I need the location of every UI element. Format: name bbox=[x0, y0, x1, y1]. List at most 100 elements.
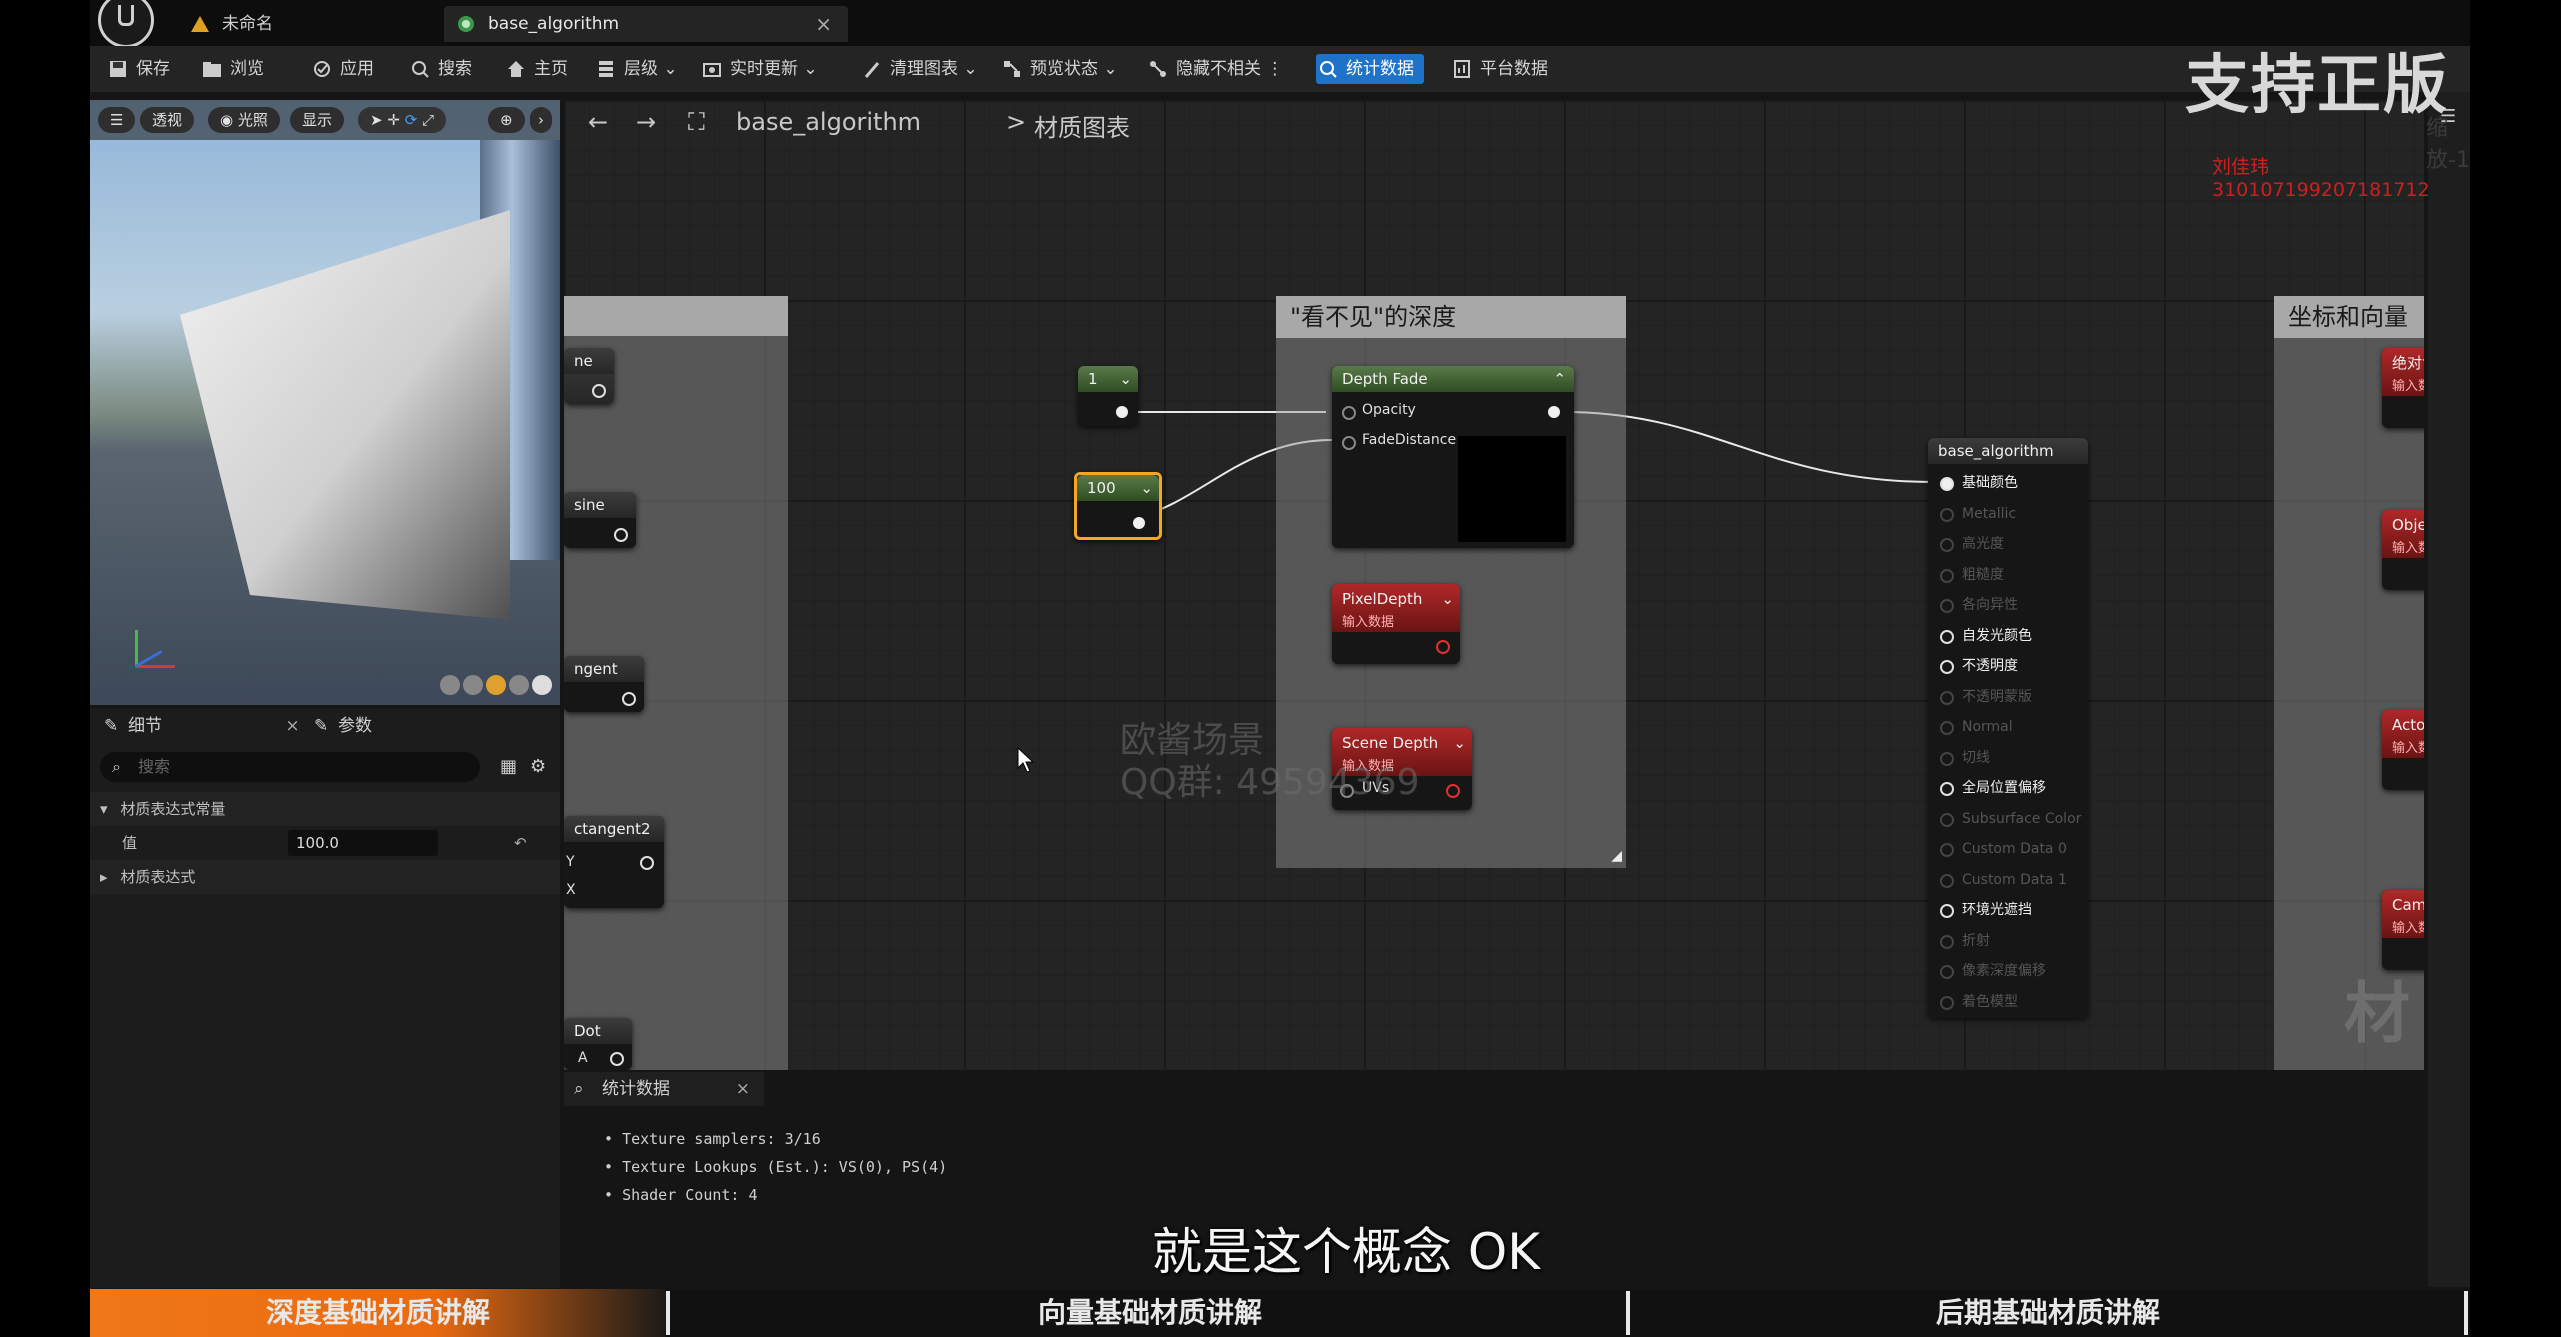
node-partial-4[interactable]: ctangent2 Y X bbox=[564, 816, 664, 908]
result-pin-row[interactable]: 基础颜色 bbox=[1928, 468, 2122, 498]
transform-tools[interactable]: ➤ ✛ ⟳ ⤢ bbox=[358, 107, 447, 133]
result-input-pin[interactable] bbox=[1940, 477, 1954, 491]
result-input-pin[interactable] bbox=[1940, 629, 1954, 644]
clean-graph-dropdown[interactable]: 清理图表 ⌄ bbox=[860, 54, 978, 84]
close-tab-icon[interactable]: × bbox=[815, 6, 832, 42]
result-input-pin[interactable] bbox=[1940, 507, 1954, 522]
constant-node-100[interactable]: 100 ⌄ bbox=[1074, 472, 1162, 540]
chapter-vector[interactable]: 向量基础材质讲解 bbox=[670, 1289, 1630, 1337]
stats-button[interactable]: 统计数据 bbox=[1316, 54, 1424, 84]
section-constant[interactable]: ▾ 材质表达式常量 bbox=[90, 792, 560, 826]
depth-fade-output-pin[interactable] bbox=[1548, 406, 1560, 418]
unreal-logo-icon[interactable] bbox=[98, 0, 154, 48]
settings-gear-icon[interactable]: ⚙ bbox=[530, 756, 546, 777]
result-input-pin[interactable] bbox=[1940, 690, 1954, 705]
reset-value-icon[interactable]: ↶ bbox=[514, 826, 527, 860]
result-input-pin[interactable] bbox=[1940, 599, 1954, 613]
depth-fade-node[interactable]: Depth Fade ⌃ Opacity FadeDistance bbox=[1332, 366, 1574, 548]
apply-button[interactable]: 应用 bbox=[310, 54, 374, 84]
output-pin[interactable] bbox=[614, 528, 628, 542]
resize-handle-icon[interactable]: ◢ bbox=[1611, 848, 1622, 864]
preview-shape-buttons[interactable] bbox=[437, 675, 552, 697]
preview-viewport[interactable]: ☰ 透视 ◉ 光照 显示 ➤ ✛ ⟳ ⤢ ⊕ › bbox=[90, 100, 560, 705]
result-input-pin[interactable] bbox=[1940, 538, 1954, 552]
browse-button[interactable]: 浏览 bbox=[200, 54, 264, 84]
result-pin-row[interactable]: 像素深度偏移 bbox=[1928, 956, 2122, 986]
result-input-pin[interactable] bbox=[1940, 782, 1954, 796]
result-input-pin[interactable] bbox=[1940, 660, 1954, 674]
perspective-button[interactable]: 透视 bbox=[140, 107, 195, 133]
node-partial-1[interactable]: ne bbox=[564, 348, 614, 404]
lit-button[interactable]: ◉ 光照 bbox=[208, 107, 280, 133]
node-partial-2[interactable]: sine bbox=[564, 492, 636, 548]
hierarchy-dropdown[interactable]: 层级 ⌄ bbox=[594, 54, 678, 84]
result-pin-row[interactable]: Metallic bbox=[1928, 499, 2122, 529]
material-result-node[interactable]: base_algorithm 基础颜色 Metallic 高光度 粗糙度 各向异性 自发光… bbox=[1928, 438, 2088, 1018]
coord-node-world-position[interactable]: 绝对世界位置 输入数据 bbox=[2382, 348, 2424, 428]
tab-base-algorithm[interactable]: base_algorithm × bbox=[444, 6, 848, 42]
constant-100-output-pin[interactable] bbox=[1133, 517, 1145, 529]
fade-distance-input-pin[interactable] bbox=[1342, 436, 1356, 450]
pixel-depth-output-pin[interactable] bbox=[1436, 640, 1450, 654]
result-pin-row[interactable]: 各向异性 bbox=[1928, 590, 2122, 620]
result-input-pin[interactable] bbox=[1940, 995, 1954, 1010]
preview-state-dropdown[interactable]: 预览状态 ⌄ bbox=[1000, 54, 1118, 84]
result-pin-row[interactable]: 折射 bbox=[1928, 926, 2122, 956]
viewport-more-icon[interactable]: › bbox=[530, 107, 552, 133]
coord-node-actor-position[interactable]: Actor Position 输入数据 bbox=[2382, 710, 2424, 790]
table-view-icon[interactable]: ▦ bbox=[500, 756, 517, 777]
constant-node-1[interactable]: 1 ⌄ bbox=[1078, 366, 1138, 426]
plane-preview-icon[interactable] bbox=[486, 675, 506, 695]
result-input-pin[interactable] bbox=[1940, 873, 1954, 888]
constant-1-output-pin[interactable] bbox=[1116, 406, 1128, 418]
result-pin-row[interactable]: Custom Data 1 bbox=[1928, 865, 2122, 895]
close-stats-icon[interactable]: × bbox=[736, 1072, 750, 1106]
result-input-pin[interactable] bbox=[1940, 568, 1954, 583]
output-pin[interactable] bbox=[622, 692, 636, 706]
result-input-pin[interactable] bbox=[1940, 904, 1954, 918]
hide-unrelated-button[interactable]: 隐藏不相关 ⋮ bbox=[1146, 54, 1283, 84]
home-button[interactable]: 主页 bbox=[504, 54, 568, 84]
result-input-pin[interactable] bbox=[1940, 751, 1954, 766]
result-input-pin[interactable] bbox=[1940, 721, 1954, 735]
result-pin-row[interactable]: Custom Data 0 bbox=[1928, 834, 2122, 864]
result-input-pin[interactable] bbox=[1940, 843, 1954, 857]
show-button[interactable]: 显示 bbox=[290, 107, 345, 133]
output-pin[interactable] bbox=[610, 1052, 624, 1066]
viewport-menu-icon[interactable]: ☰ bbox=[98, 107, 136, 133]
sphere-preview-icon[interactable] bbox=[463, 675, 483, 695]
node-partial-5[interactable]: Dot A bbox=[564, 1018, 632, 1070]
close-details-icon[interactable]: × bbox=[285, 716, 299, 736]
live-update-dropdown[interactable]: 实时更新 ⌄ bbox=[700, 54, 818, 84]
scene-depth-output-pin[interactable] bbox=[1446, 784, 1460, 798]
result-pin-row[interactable]: 粗糙度 bbox=[1928, 560, 2122, 590]
teapot-preview-icon[interactable] bbox=[532, 675, 552, 695]
result-pin-row[interactable]: 自发光颜色 bbox=[1928, 621, 2122, 651]
result-pin-row[interactable]: 着色模型 bbox=[1928, 987, 2122, 1017]
material-graph[interactable]: ← → ⛶ base_algorithm > 材质图表 ne sine ngen… bbox=[564, 100, 2424, 1070]
cube-preview-icon[interactable] bbox=[509, 675, 529, 695]
coord-node-object-position[interactable]: Object Position 输入数据 bbox=[2382, 510, 2424, 590]
node-partial-3[interactable]: ngent bbox=[564, 656, 644, 712]
tab-parameters[interactable]: ✎ 参数 bbox=[308, 708, 372, 744]
tab-details[interactable]: ✎ 细节 × bbox=[98, 708, 300, 744]
coord-node-camera-position[interactable]: Camera Position 输入数据 bbox=[2382, 890, 2424, 970]
result-pin-row[interactable]: 切线 bbox=[1928, 743, 2122, 773]
stats-tab[interactable]: ⌕ 统计数据 × bbox=[564, 1072, 764, 1106]
output-pin[interactable] bbox=[640, 856, 654, 870]
result-pin-row[interactable]: 高光度 bbox=[1928, 529, 2122, 559]
result-input-pin[interactable] bbox=[1940, 934, 1954, 949]
result-pin-row[interactable]: Normal bbox=[1928, 712, 2122, 742]
chapter-post[interactable]: 后期基础材质讲解 bbox=[1630, 1289, 2466, 1337]
tab-untitled[interactable]: 未命名 bbox=[178, 6, 452, 42]
result-pin-row[interactable]: 不透明度 bbox=[1928, 651, 2122, 681]
output-pin[interactable] bbox=[592, 384, 606, 398]
world-local-icon[interactable]: ⊕ bbox=[488, 107, 525, 133]
save-button[interactable]: 保存 bbox=[106, 54, 170, 84]
result-pin-row[interactable]: 全局位置偏移 bbox=[1928, 773, 2122, 803]
cylinder-preview-icon[interactable] bbox=[440, 675, 460, 695]
pixel-depth-node[interactable]: PixelDepth ⌄ 输入数据 bbox=[1332, 584, 1460, 664]
value-field[interactable]: 100.0 bbox=[288, 830, 438, 856]
search-button[interactable]: 搜索 bbox=[408, 54, 472, 84]
result-input-pin[interactable] bbox=[1940, 812, 1954, 827]
